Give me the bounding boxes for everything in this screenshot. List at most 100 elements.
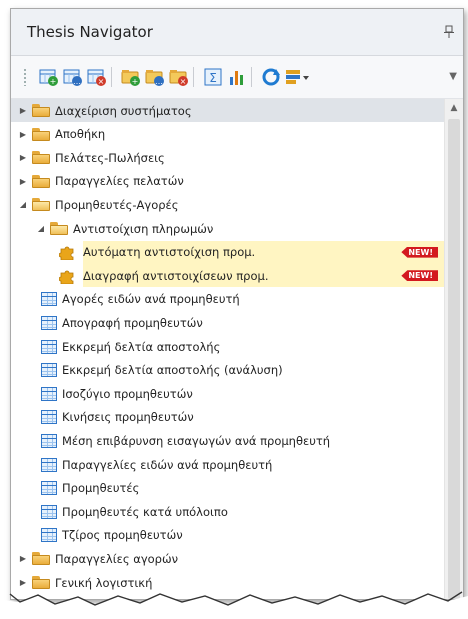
scroll-up-icon[interactable]: ▲ [445,99,463,117]
toolbar-grip[interactable] [23,68,27,86]
tree-item[interactable]: ▶ Αποθήκη [11,123,445,146]
expand-arrow-icon[interactable]: ▶ [17,153,29,162]
tree-item-label: Διαχείριση συστήματος [55,103,192,118]
tree-item-label-box: Παραγγελίες πελατών [55,170,445,193]
tree-item[interactable]: Παραγγελίες ειδών ανά προμηθευτή [11,453,445,476]
refresh-icon[interactable] [261,67,281,87]
tree-item-label-box: Αποθήκη [55,123,445,146]
tree-item-label: Αποθήκη [55,127,106,142]
tree-item-label-box: Παραγγελίες αγορών [55,547,445,570]
table-report-icon [41,528,57,543]
puzzle-piece-icon [58,244,77,261]
tree-item-label-box: Κινήσεις προμηθευτών [62,406,445,429]
new-badge: NEW! [401,246,438,258]
expand-arrow-icon[interactable]: ▶ [17,130,29,139]
delete-table-icon[interactable]: × [87,67,107,87]
tree-item[interactable]: Ισοζύγιο προμηθευτών [11,382,445,405]
toolbar-separator [193,67,194,87]
tree-item-label: Παραγγελίες ειδών ανά προμηθευτή [62,457,273,472]
expand-arrow-icon[interactable]: ▶ [17,554,29,563]
svg-text:+: + [50,77,57,86]
tree-item[interactable]: Προμηθευτές κατά υπόλοιπο [11,500,445,523]
tree-item-label-box: Προμηθευτές [62,477,445,500]
tree-item-label-box: Διαγραφή αντιστοιχίσεων προμ. NEW! [83,264,445,288]
toolbar-separator [111,67,112,87]
scroll-thumb[interactable] [448,119,460,599]
tree-item[interactable]: Εκκρεμή δελτία αποστολής (ανάλυση) [11,359,445,382]
tree-item[interactable]: Διαγραφή αντιστοιχίσεων προμ. NEW! [11,264,445,288]
tree-item[interactable]: Αυτόματη αντιστοίχιση προμ. NEW! [11,240,445,264]
folder-icon [32,127,50,141]
panel-titlebar: Thesis Navigator [11,9,463,56]
folder-icon [32,151,50,165]
tree-item-label: Μέση επιβάρυνση εισαγωγών ανά προμηθευτή [62,433,331,448]
tree-item[interactable]: Προμηθευτές [11,477,445,500]
tree-item-label-box: Εκκρεμή δελτία αποστολής (ανάλυση) [62,359,445,382]
tree-item-label: Ισοζύγιο προμηθευτών [62,386,193,401]
tree-item[interactable]: ▶ Παραγγελίες αγορών [11,547,445,570]
tree-item-label-box: Προμηθευτές κατά υπόλοιπο [62,500,445,523]
tree-item[interactable]: Αγορές ειδών ανά προμηθευτή [11,288,445,311]
folder-icon [32,174,50,188]
toolbar-overflow-chevron-icon[interactable]: ▼ [449,71,457,82]
tree-item-label-box: Ισοζύγιο προμηθευτών [62,382,445,405]
tree-item[interactable]: ▶ Διαχείριση συστήματος [11,99,445,122]
svg-text:×: × [98,77,105,86]
tree-item[interactable]: Τζίρος προμηθευτών [11,524,445,547]
sum-report-icon[interactable]: Σ [203,67,223,87]
tree-item-label: Διαγραφή αντιστοιχίσεων προμ. [83,268,269,283]
dropdown-filter-icon[interactable] [285,67,309,87]
tree-item-label: Εκκρεμή δελτία αποστολής [62,339,221,354]
delete-folder-icon[interactable]: × [169,67,189,87]
tree-item[interactable]: Απογραφή προμηθευτών [11,311,445,334]
tree-item-label-box: Διαχείριση συστήματος [55,99,445,122]
table-report-icon [41,433,57,448]
toolbar-separator [251,67,252,87]
tree-item-label: Προμηθευτές [62,481,140,496]
tree-item[interactable]: ▶ Πελάτες-Πωλήσεις [11,146,445,169]
tree-item[interactable]: ▶ Παραγγελίες πελατών [11,170,445,193]
puzzle-piece-icon [58,268,77,285]
tree-item-label: Αντιστοίχιση πληρωμών [73,221,214,236]
tree-item-label-box: Εκκρεμή δελτία αποστολής [62,335,445,358]
collapse-arrow-icon[interactable]: ◢ [35,224,47,233]
svg-text:…: … [155,77,163,86]
tree-item-label: Παραγγελίες αγορών [55,551,179,566]
table-report-icon [41,481,57,496]
table-report-icon [41,315,57,330]
tree-item-label: Τζίρος προμηθευτών [62,528,183,543]
svg-text:…: … [73,77,81,86]
tree-item[interactable]: Εκκρεμή δελτία αποστολής [11,335,445,358]
table-report-icon [41,504,57,519]
tree-item-label-box: Πελάτες-Πωλήσεις [55,146,445,169]
tree-item-label: Απογραφή προμηθευτών [62,315,203,330]
tree-item-label-box: Απογραφή προμηθευτών [62,311,445,334]
tree-item-label-box: Τζίρος προμηθευτών [62,524,445,547]
navigator-toolbar: + … × + … × Σ ▼ [11,56,463,99]
tree-item[interactable]: ◢ Αντιστοίχιση πληρωμών [11,217,445,240]
pin-icon[interactable] [443,25,455,39]
expand-arrow-icon[interactable]: ▶ [17,106,29,115]
svg-text:Σ: Σ [209,71,217,85]
table-report-icon [41,292,57,307]
edit-table-icon[interactable]: … [63,67,83,87]
vertical-scrollbar[interactable]: ▲ [444,99,463,599]
tree-item[interactable]: ◢ Προμηθευτές-Αγορές [11,193,445,216]
add-folder-icon[interactable]: + [121,67,141,87]
tree-item-label-box: Προμηθευτές-Αγορές [55,193,445,216]
tree-item[interactable]: Μέση επιβάρυνση εισαγωγών ανά προμηθευτή [11,429,445,452]
expand-arrow-icon[interactable]: ▶ [17,177,29,186]
add-table-icon[interactable]: + [39,67,59,87]
tree-item[interactable]: Κινήσεις προμηθευτών [11,406,445,429]
tree-item-label-box: Αγορές ειδών ανά προμηθευτή [62,288,445,311]
tree-item-label: Αγορές ειδών ανά προμηθευτή [62,292,240,307]
tree-item-label: Αυτόματη αντιστοίχιση προμ. [83,245,256,260]
folder-icon [32,552,50,566]
edit-folder-icon[interactable]: … [145,67,165,87]
table-report-icon [41,339,57,354]
tree-item-label: Προμηθευτές-Αγορές [55,197,179,212]
open-folder-icon [50,222,68,235]
table-report-icon [41,363,57,378]
collapse-arrow-icon[interactable]: ◢ [17,200,29,209]
bar-chart-icon[interactable] [227,67,247,87]
